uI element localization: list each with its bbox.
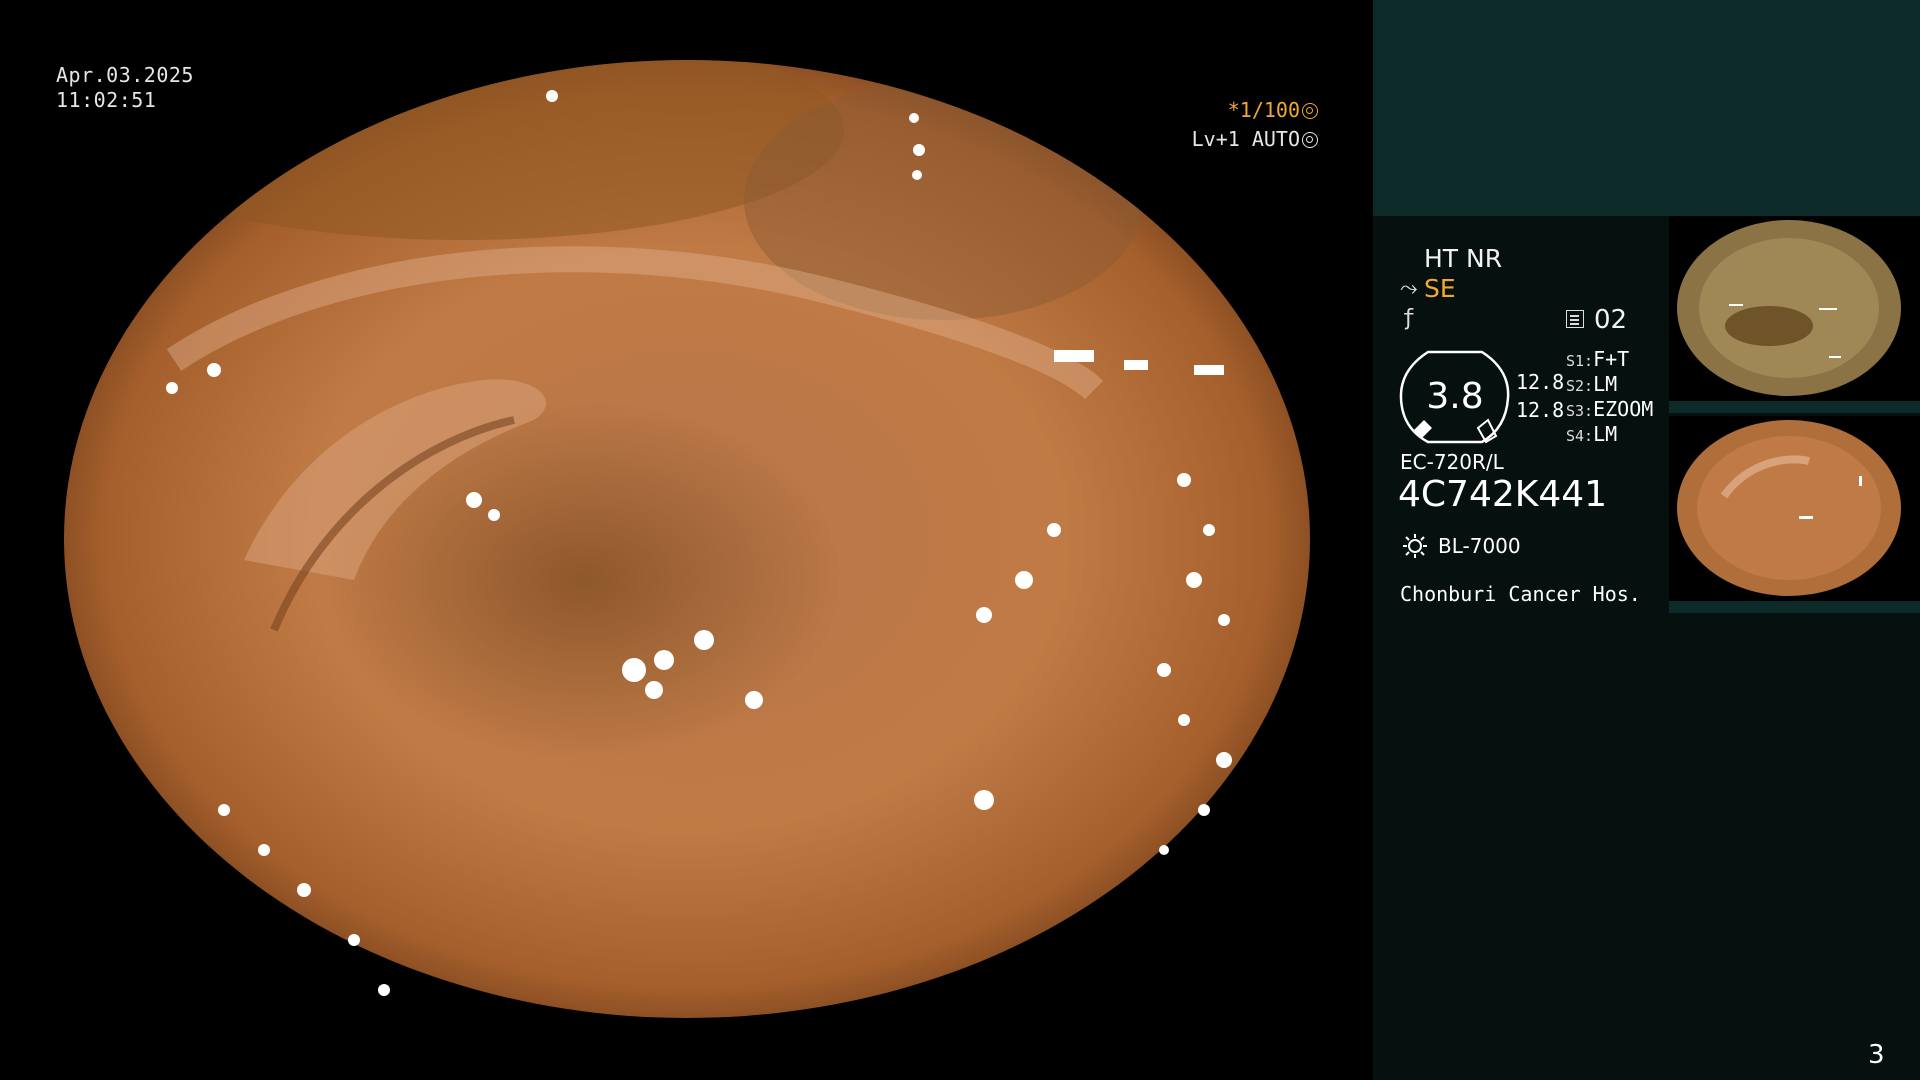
brightness-level-value: Lv+1 AUTO [1191,127,1300,151]
memory-icon [1566,310,1584,328]
switch-row-2: S2:LM [1566,372,1617,396]
image-mode-label: HT NR [1424,244,1503,273]
info-panel-header [1373,0,1920,216]
brightness-level-readout: Lv+1 AUTO [1190,127,1318,151]
light-source-model: BL-7000 [1438,534,1521,558]
switch-key: S3: [1566,402,1594,420]
gauge-side-value-top: 12.8 [1516,370,1565,394]
se-scope-icon: ⤳ [1400,276,1418,301]
scope-model: EC-720R/L [1400,450,1504,474]
switch-value: LM [1593,372,1618,396]
mucosa-image [64,60,1310,1018]
gauge-side-value-bottom: 12.8 [1516,398,1565,422]
light-source-icon [1403,534,1427,558]
memory-count: 02 [1594,305,1628,335]
shutter-icon [1302,103,1318,119]
hospital-name: Chonburi Cancer Hos. [1400,582,1641,606]
freeze-icon: ƒ [1402,306,1416,331]
switch-row-3: S3:EZOOM [1566,397,1653,421]
switch-row-4: S4:LM [1566,422,1617,446]
switch-key: S4: [1566,427,1594,445]
shutter-speed-readout: *1/100 [1190,98,1318,122]
capture-date: Apr.03.2025 [56,63,194,87]
switch-key: S1: [1566,352,1594,370]
page-number: 3 [1868,1040,1885,1070]
magnification-value: 3.8 [1426,376,1484,417]
switch-value: EZOOM [1593,397,1654,421]
thumbnail-caption-bar [1669,401,1920,413]
thumbnail-image [1677,220,1901,396]
captured-thumbnail-2[interactable] [1669,416,1920,613]
auto-iris-icon [1302,132,1318,148]
switch-row-1: S1:F+T [1566,347,1629,371]
structure-enhance-label: SE [1424,274,1456,303]
switch-value: LM [1593,422,1618,446]
switch-value: F+T [1593,347,1630,371]
thumbnail-image [1677,420,1901,596]
shutter-speed-value: *1/100 [1227,98,1300,122]
thumbnail-caption-bar [1669,601,1920,613]
capture-time: 11:02:51 [56,88,157,112]
endoscope-live-view [0,0,1373,1080]
captured-thumbnail-1[interactable] [1669,216,1920,413]
scope-serial-number: 4C742K441 [1398,474,1608,515]
switch-key: S2: [1566,377,1594,395]
